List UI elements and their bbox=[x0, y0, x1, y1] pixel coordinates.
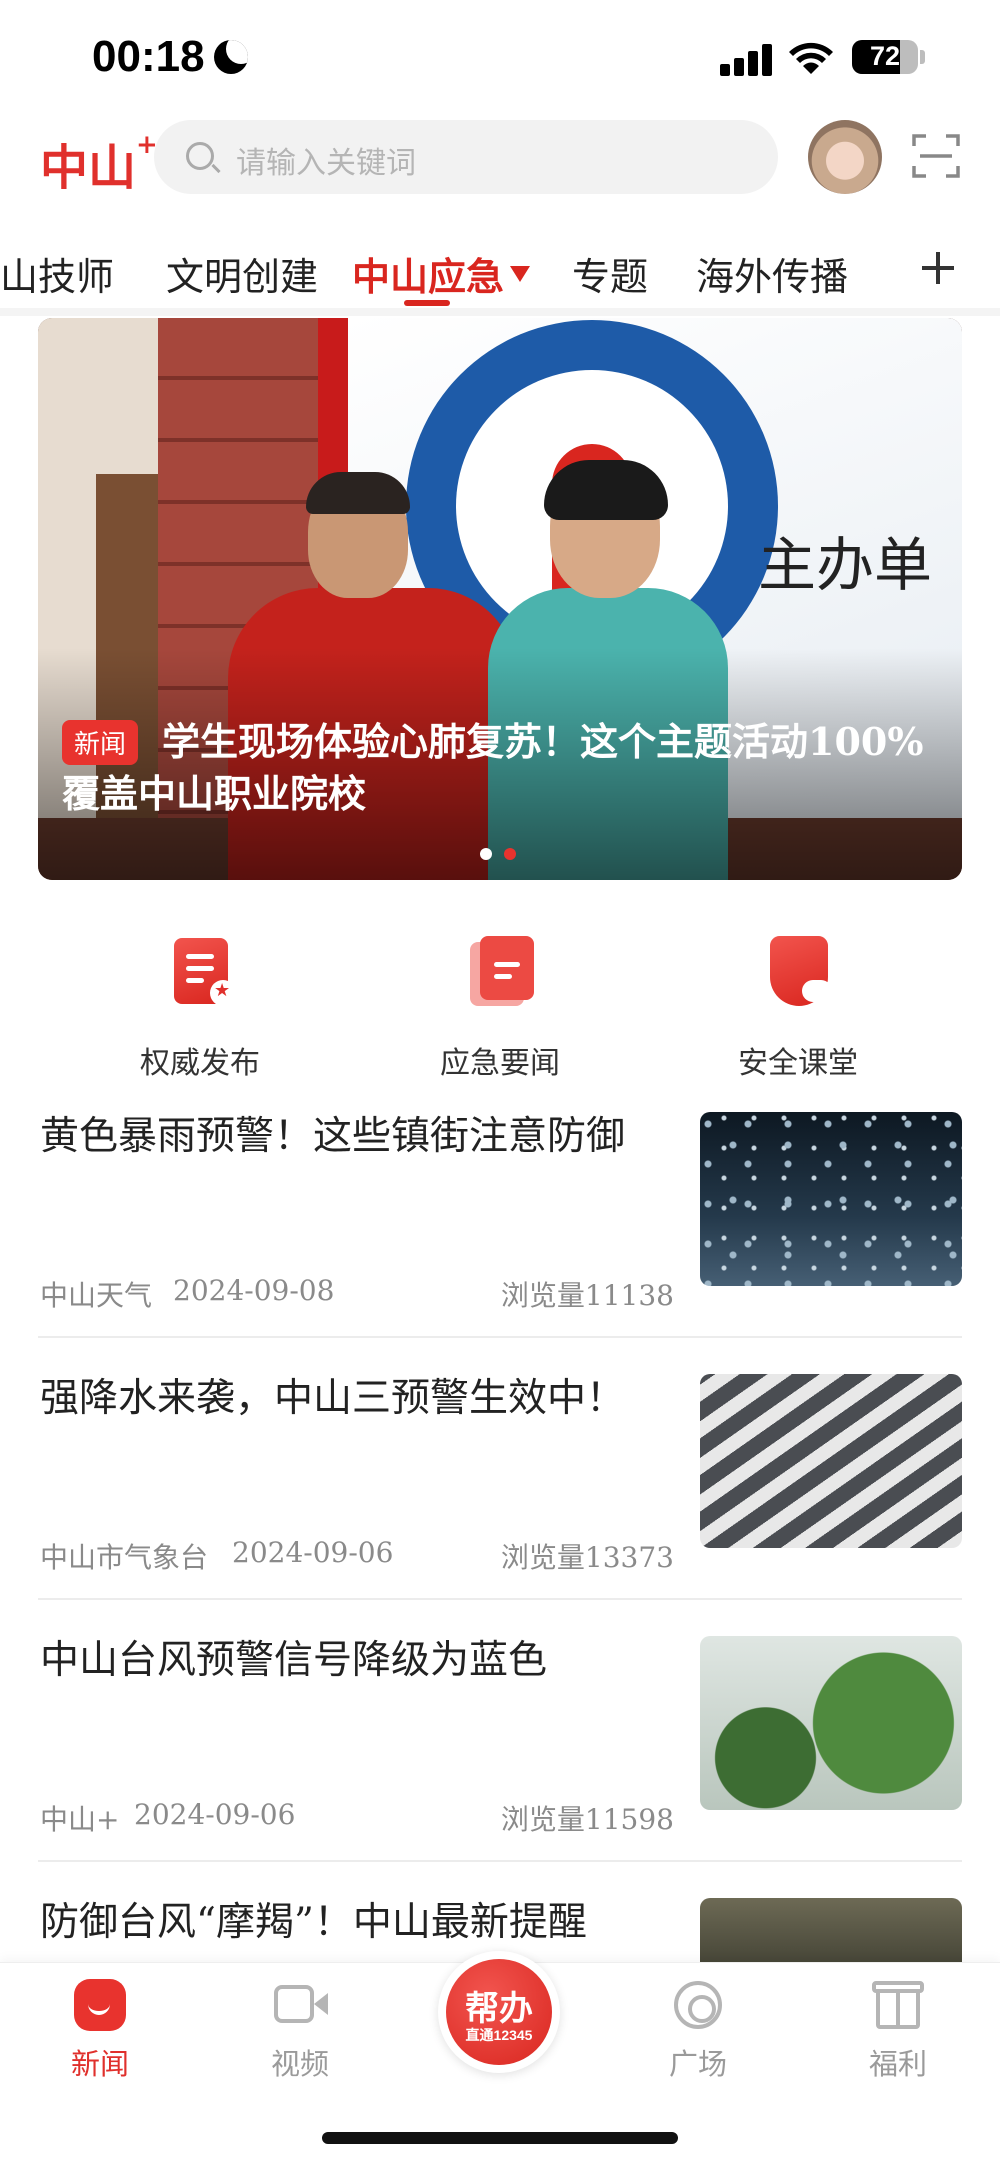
quick-link-label: 应急要闻 bbox=[440, 1046, 560, 1081]
news-views: 浏览量11598 bbox=[500, 1803, 674, 1836]
nav-label: 广场 bbox=[668, 2047, 727, 2081]
news-thumbnail bbox=[700, 1636, 962, 1810]
quick-link-authoritative-release[interactable]: 权威发布 bbox=[100, 920, 300, 1082]
tab-zhongshan-emergency[interactable]: 中山应急 bbox=[352, 246, 504, 301]
logo-text: 中山 bbox=[40, 140, 137, 196]
news-views: 浏览量11138 bbox=[500, 1279, 674, 1312]
battery-text: 72 bbox=[869, 41, 901, 71]
tab-overseas[interactable]: 海外传播 bbox=[696, 246, 848, 301]
firefighter-hair bbox=[306, 472, 410, 514]
news-item[interactable]: 黄色暴雨预警！这些镇街注意防御 中山天气 2024-09-08 浏览量11138 bbox=[38, 1108, 962, 1370]
news-date: 2024-09-06 bbox=[134, 1798, 296, 1831]
news-date: 2024-09-06 bbox=[232, 1536, 394, 1569]
news-source: 中山市气象台 bbox=[40, 1541, 209, 1574]
wifi-icon bbox=[789, 42, 833, 74]
gift-icon bbox=[870, 1977, 926, 2033]
battery-tip bbox=[920, 50, 925, 64]
news-views: 浏览量13373 bbox=[500, 1541, 674, 1574]
tab-civilization[interactable]: 文明创建 bbox=[166, 246, 318, 301]
chat-bubble-icon bbox=[802, 980, 832, 1002]
help-service-sublabel: 直通12345 bbox=[465, 2027, 533, 2043]
banner-carousel[interactable]: 主办单 学生现场体验心肺复苏！这个主题活动100%覆盖中山职业院校 新闻 bbox=[38, 318, 962, 880]
app-logo[interactable]: 中山+ bbox=[40, 128, 158, 198]
search-icon bbox=[186, 142, 214, 170]
moon-icon bbox=[214, 40, 248, 74]
news-divider bbox=[38, 1336, 962, 1338]
news-date: 2024-09-08 bbox=[173, 1274, 335, 1307]
star-icon bbox=[210, 980, 236, 1006]
news-thumbnail bbox=[700, 1374, 962, 1548]
quick-links: 权威发布 应急要闻 安全课堂 bbox=[0, 920, 1000, 1090]
channel-tabs: 山技师 文明创建 中山应急 专题 海外传播 bbox=[0, 236, 1000, 308]
banner-title[interactable]: 学生现场体验心肺复苏！这个主题活动100%覆盖中山职业院校 bbox=[62, 716, 942, 820]
square-icon bbox=[670, 1977, 726, 2033]
tab-special-topics[interactable]: 专题 bbox=[572, 246, 648, 301]
nav-video[interactable]: 视频 bbox=[230, 1977, 370, 2083]
news-title: 强降水来袭，中山三预警生效中！ bbox=[40, 1376, 626, 1421]
nav-label: 视频 bbox=[270, 2047, 329, 2081]
quick-link-label: 安全课堂 bbox=[738, 1046, 858, 1081]
status-time: 00:18 bbox=[92, 32, 205, 81]
carousel-dot-active[interactable] bbox=[504, 848, 516, 860]
status-bar: 00:18 72 bbox=[0, 0, 1000, 110]
nav-label: 新闻 bbox=[70, 2047, 129, 2081]
student-hair bbox=[544, 460, 668, 520]
help-service-badge: 帮办 直通12345 bbox=[446, 1959, 552, 2065]
dropdown-arrow-icon[interactable] bbox=[510, 266, 530, 282]
safety-class-icon bbox=[766, 936, 832, 1008]
avatar[interactable] bbox=[808, 120, 882, 194]
search-placeholder: 请输入关键词 bbox=[236, 146, 416, 181]
signal-icon bbox=[720, 44, 774, 76]
search-bar[interactable]: 请输入关键词 bbox=[154, 120, 778, 194]
carousel-dot[interactable] bbox=[480, 848, 492, 860]
active-tab-indicator bbox=[404, 300, 450, 306]
home-indicator[interactable] bbox=[322, 2132, 678, 2144]
help-service-label: 帮办 bbox=[465, 1989, 533, 2029]
news-source: 中山+ bbox=[40, 1803, 120, 1836]
carousel-dots bbox=[480, 848, 520, 860]
news-thumbnail bbox=[700, 1112, 962, 1286]
document-front bbox=[480, 936, 534, 1000]
scan-icon[interactable] bbox=[912, 132, 960, 180]
battery-icon: 72 bbox=[852, 40, 918, 74]
news-item[interactable]: 强降水来袭，中山三预警生效中！ 中山市气象台 2024-09-06 浏览量133… bbox=[38, 1370, 962, 1632]
news-icon bbox=[72, 1977, 128, 2033]
nav-news[interactable]: 新闻 bbox=[30, 1977, 170, 2083]
emergency-news-icon bbox=[468, 936, 534, 1008]
quick-link-emergency-news[interactable]: 应急要闻 bbox=[400, 920, 600, 1082]
news-divider bbox=[38, 1598, 962, 1600]
quick-link-label: 权威发布 bbox=[140, 1046, 260, 1081]
add-channel-icon[interactable] bbox=[918, 248, 958, 288]
news-title: 中山台风预警信号降级为蓝色 bbox=[40, 1638, 548, 1683]
news-item[interactable]: 中山台风预警信号降级为蓝色 中山+ 2024-09-06 浏览量11598 bbox=[38, 1632, 962, 1894]
news-title: 防御台风“摩羯”！中山最新提醒 bbox=[40, 1900, 587, 1945]
help-service-button[interactable]: 帮办 直通12345 bbox=[438, 1951, 560, 2073]
news-source: 中山天气 bbox=[40, 1279, 153, 1312]
nav-welfare[interactable]: 福利 bbox=[828, 1977, 968, 2083]
video-icon bbox=[272, 1977, 328, 2033]
banner-screen-text: 主办单 bbox=[758, 531, 933, 599]
banner-tag: 新闻 bbox=[62, 720, 139, 765]
news-divider bbox=[38, 1860, 962, 1862]
tab-zhongshan-technician[interactable]: 山技师 bbox=[0, 246, 114, 301]
quick-link-safety-class[interactable]: 安全课堂 bbox=[698, 920, 898, 1082]
nav-square[interactable]: 广场 bbox=[628, 1977, 768, 2083]
tabs-divider bbox=[0, 308, 1000, 316]
authoritative-release-icon bbox=[168, 936, 236, 1008]
nav-label: 福利 bbox=[868, 2047, 927, 2081]
news-title: 黄色暴雨预警！这些镇街注意防御 bbox=[40, 1114, 626, 1159]
